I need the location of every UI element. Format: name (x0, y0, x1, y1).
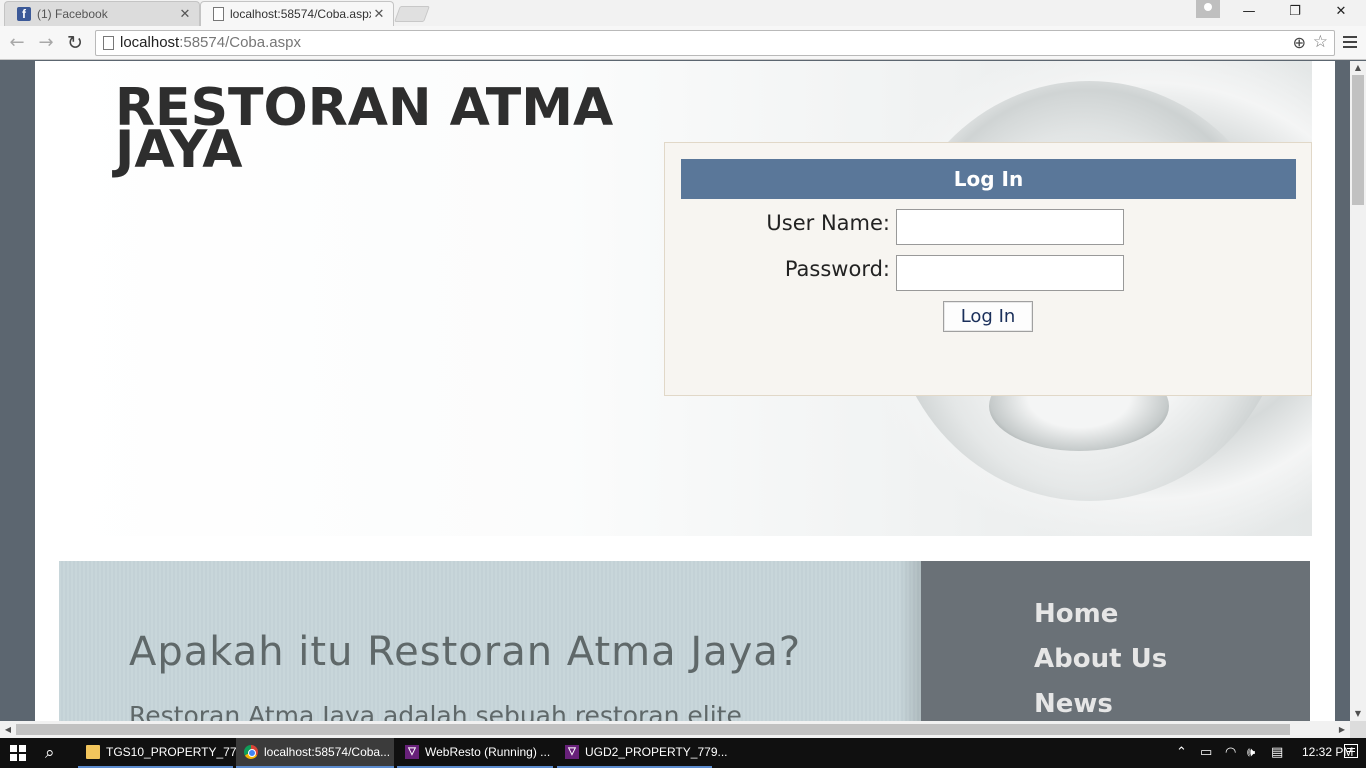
wifi-icon[interactable]: ◠ (1225, 745, 1236, 760)
login-heading: Log In (681, 159, 1296, 199)
tab-title: localhost:58574/Coba.aspx (230, 7, 371, 21)
url-text: localhost:58574/Coba.aspx (120, 34, 301, 51)
horizontal-scroll-thumb[interactable] (16, 724, 1290, 735)
scrollbar-corner (1350, 721, 1366, 738)
tab-facebook[interactable]: f (1) Facebook ✕ (4, 1, 200, 26)
site-title: RESTORAN ATMA JAYA (115, 78, 614, 180)
page-container: RESTORAN ATMA JAYA Log In User Name: Pas… (35, 61, 1335, 721)
tab-close-icon[interactable]: ✕ (371, 6, 387, 22)
scroll-down-icon[interactable]: ▼ (1350, 707, 1366, 721)
column-divider (899, 561, 921, 721)
page-info-icon[interactable] (103, 36, 114, 50)
profile-icon[interactable] (1196, 0, 1220, 18)
taskbar-item-label: WebResto (Running) ... (425, 745, 551, 759)
windows-start-icon[interactable] (10, 745, 26, 761)
content-text: Restoran Atma Jaya adalah sebuah restora… (129, 701, 742, 721)
username-label: User Name: (766, 211, 890, 235)
address-bar[interactable]: localhost:58574/Coba.aspx ⊕ ☆ (95, 30, 1335, 56)
minimize-button[interactable]: — (1226, 0, 1272, 24)
page-icon (213, 7, 224, 21)
vertical-scroll-thumb[interactable] (1352, 75, 1364, 205)
taskbar-item-label: TGS10_PROPERTY_7792 (106, 745, 250, 759)
notification-center-icon[interactable] (1344, 744, 1358, 758)
new-tab-button[interactable] (394, 6, 430, 22)
windows-taskbar: ⌕ TGS10_PROPERTY_7792 localhost:58574/Co… (0, 738, 1366, 768)
scroll-up-icon[interactable]: ▲ (1350, 61, 1366, 75)
nav-link-home[interactable]: Home (1034, 599, 1118, 629)
header-banner: RESTORAN ATMA JAYA Log In User Name: Pas… (59, 61, 1312, 536)
taskbar-item-label: localhost:58574/Coba... (264, 745, 391, 759)
tab-title: (1) Facebook (37, 7, 108, 21)
input-method-icon[interactable]: ▤ (1271, 745, 1283, 760)
tray-expand-icon[interactable]: ⌃ (1176, 745, 1187, 760)
vertical-scrollbar[interactable]: ▲ ▼ (1350, 61, 1366, 721)
tab-close-icon[interactable]: ✕ (177, 6, 193, 22)
username-input[interactable] (896, 209, 1124, 245)
reload-icon[interactable]: ↻ (63, 31, 87, 55)
taskbar-item-chrome[interactable]: localhost:58574/Coba... (236, 738, 394, 768)
nav-link-about-us[interactable]: About Us (1034, 644, 1167, 674)
restore-button[interactable]: ❐ (1272, 0, 1318, 24)
close-window-button[interactable]: ✕ (1318, 0, 1364, 24)
nav-link-news[interactable]: News (1034, 689, 1113, 719)
tab-strip: f (1) Facebook ✕ localhost:58574/Coba.as… (0, 0, 1366, 26)
chrome-menu-icon[interactable] (1340, 33, 1360, 53)
page-viewport: RESTORAN ATMA JAYA Log In User Name: Pas… (0, 61, 1350, 721)
visual-studio-icon: ▽ (405, 745, 419, 759)
search-icon[interactable]: ⌕ (45, 743, 55, 763)
facebook-icon: f (17, 7, 31, 21)
taskbar-item-webresto[interactable]: ▽ WebResto (Running) ... (397, 738, 553, 768)
horizontal-scrollbar[interactable]: ◀ ▶ (0, 721, 1350, 738)
volume-icon[interactable]: 🕪 (1247, 745, 1255, 760)
bookmark-star-icon[interactable]: ☆ (1313, 32, 1328, 52)
scroll-right-icon[interactable]: ▶ (1334, 721, 1350, 738)
forward-arrow-icon[interactable]: → (34, 31, 58, 55)
folder-icon (86, 745, 100, 759)
login-button[interactable]: Log In (943, 301, 1033, 332)
password-input[interactable] (896, 255, 1124, 291)
login-panel: Log In User Name: Password: Log In (664, 142, 1312, 396)
battery-icon[interactable]: ▭ (1200, 745, 1212, 760)
taskbar-item-file-explorer[interactable]: TGS10_PROPERTY_7792 (78, 738, 250, 768)
tab-coba[interactable]: localhost:58574/Coba.aspx ✕ (200, 1, 394, 26)
main-content: Apakah itu Restoran Atma Jaya? Restoran … (59, 561, 1310, 721)
visual-studio-icon: ▽ (565, 745, 579, 759)
chrome-icon (244, 745, 258, 759)
scroll-left-icon[interactable]: ◀ (0, 721, 16, 738)
password-label: Password: (784, 257, 890, 281)
taskbar-item-label: UGD2_PROPERTY_779... (585, 745, 728, 759)
back-arrow-icon[interactable]: ← (5, 31, 29, 55)
taskbar-item-ugd2[interactable]: ▽ UGD2_PROPERTY_779... (557, 738, 728, 768)
zoom-icon[interactable]: ⊕ (1293, 33, 1306, 52)
sidebar-nav: Home About Us News (921, 561, 1310, 721)
content-heading: Apakah itu Restoran Atma Jaya? (129, 629, 802, 675)
